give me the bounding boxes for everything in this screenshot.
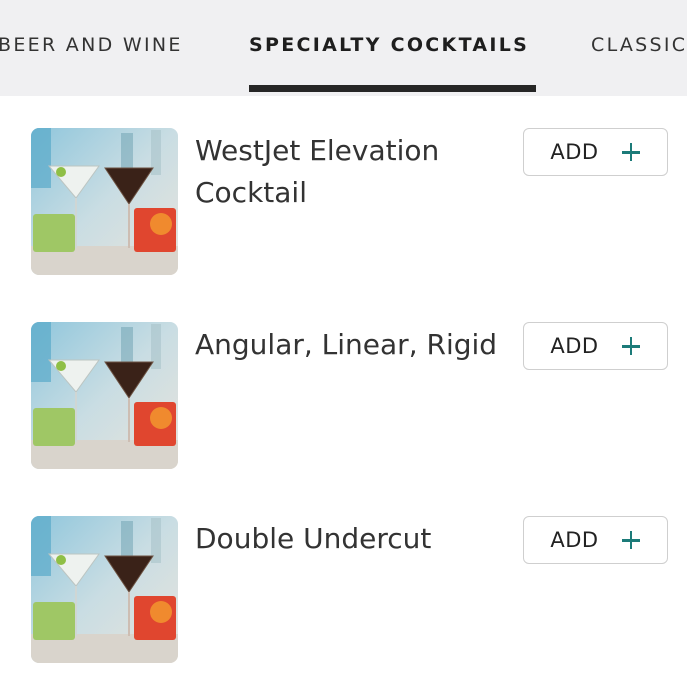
tab-specialty-cocktails[interactable]: SPECIALTY COCKTAILS — [249, 32, 529, 58]
active-tab-indicator — [249, 85, 536, 92]
cocktail-thumbnail[interactable] — [31, 322, 178, 469]
add-button-label: ADD — [550, 528, 599, 552]
add-button-label: ADD — [550, 334, 599, 358]
plus-icon — [621, 530, 641, 550]
cocktail-thumbnail[interactable] — [31, 128, 178, 275]
item-name: WestJet Elevation Cocktail — [195, 134, 440, 209]
tab-beer-and-wine[interactable]: BEER AND WINE — [0, 32, 183, 58]
cocktail-thumbnail[interactable] — [31, 516, 178, 663]
cocktail-photo-image — [31, 128, 178, 275]
category-tab-bar: BEER AND WINE SPECIALTY COCKTAILS CLASSI… — [0, 0, 687, 96]
tab-classic[interactable]: CLASSIC — [591, 32, 687, 58]
item-name: Double Undercut — [195, 522, 432, 555]
menu-item: Angular, Linear, Rigid ADD — [0, 322, 687, 472]
add-button[interactable]: ADD — [523, 128, 668, 176]
cocktail-photo-image — [31, 322, 178, 469]
add-button[interactable]: ADD — [523, 516, 668, 564]
menu-item: WestJet Elevation Cocktail ADD — [0, 128, 687, 278]
plus-icon — [621, 336, 641, 356]
item-name: Angular, Linear, Rigid — [195, 328, 498, 361]
add-button[interactable]: ADD — [523, 322, 668, 370]
add-button-label: ADD — [550, 140, 599, 164]
cocktail-photo-image — [31, 516, 178, 663]
plus-icon — [621, 142, 641, 162]
menu-item: Double Undercut ADD — [0, 516, 687, 666]
